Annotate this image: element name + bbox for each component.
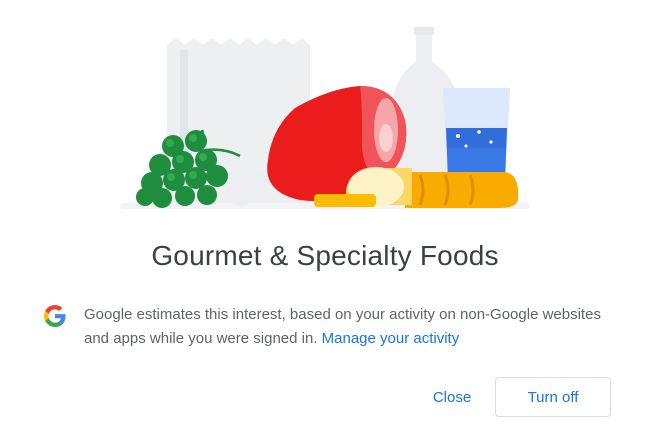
bread-illustration <box>405 172 519 208</box>
interest-title: Gourmet & Specialty Foods <box>151 240 499 271</box>
turn-off-button[interactable]: Turn off <box>495 377 611 417</box>
close-button[interactable]: Close <box>418 377 486 417</box>
google-logo-icon <box>44 305 66 327</box>
interest-description: Google estimates this interest, based on… <box>84 303 604 351</box>
groceries-illustration <box>120 27 530 209</box>
manage-activity-link[interactable]: Manage your activity <box>322 330 460 347</box>
